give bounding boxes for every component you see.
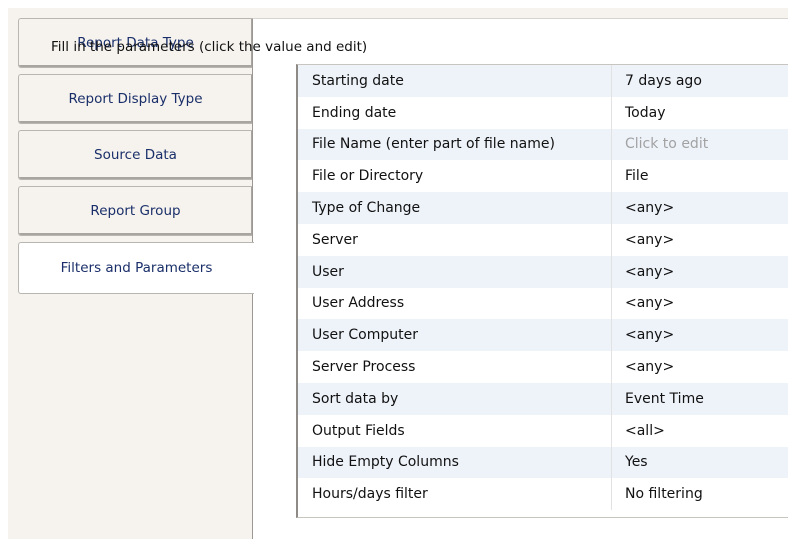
parameter-value[interactable]: <any> (612, 351, 674, 383)
tab-label: Filters and Parameters (60, 260, 213, 276)
parameter-name: Hide Empty Columns (298, 446, 612, 479)
parameter-name: File or Directory (298, 160, 612, 193)
parameter-name: Ending date (298, 96, 612, 129)
parameter-value[interactable]: Yes (612, 447, 648, 479)
parameter-name: User Computer (298, 319, 612, 352)
parameter-name: Hours/days filter (298, 478, 612, 511)
parameter-name: File Name (enter part of file name) (298, 128, 612, 161)
parameters-grid: Starting date 7 days ago Ending date Today F… (296, 64, 788, 518)
parameter-value[interactable]: <any> (612, 256, 674, 288)
parameter-row: Server <any> (298, 223, 788, 256)
parameter-row: User Address <any> (298, 287, 788, 320)
parameter-value[interactable]: <any> (612, 224, 674, 256)
parameter-name: Server (298, 223, 612, 256)
parameter-name: User (298, 255, 612, 288)
parameter-row: Hide Empty Columns Yes (298, 446, 788, 479)
parameter-row: Starting date 7 days ago (298, 65, 788, 97)
parameter-row: Type of Change <any> (298, 192, 788, 224)
parameter-value[interactable]: <any> (612, 192, 674, 224)
parameter-row: Sort data by Event Time (298, 382, 788, 415)
tab-label: Source Data (94, 147, 177, 163)
report-wizard-window: Report Data Type Report Display Type Sou… (8, 8, 788, 539)
parameter-row: File or Directory File (298, 160, 788, 193)
parameter-row: User Computer <any> (298, 319, 788, 352)
tab-label: Report Group (90, 203, 181, 219)
parameter-value[interactable]: Click to edit (612, 129, 708, 161)
parameter-row: Server Process <any> (298, 351, 788, 383)
parameter-row: Hours/days filter No filtering (298, 478, 788, 511)
parameter-row: Output Fields <all> (298, 414, 788, 447)
parameter-name: User Address (298, 287, 612, 320)
parameter-value[interactable]: Today (612, 97, 666, 129)
parameter-name: Server Process (298, 351, 612, 383)
parameter-row: Ending date Today (298, 96, 788, 129)
tab-filters-and-parameters[interactable]: Filters and Parameters (18, 242, 254, 294)
parameter-value[interactable]: <any> (612, 319, 674, 351)
tab-report-display-type[interactable]: Report Display Type (18, 74, 252, 124)
tab-label: Report Display Type (68, 91, 203, 107)
parameter-value[interactable]: No filtering (612, 478, 703, 510)
tab-source-data[interactable]: Source Data (18, 130, 252, 180)
parameter-name: Type of Change (298, 192, 612, 224)
parameter-name: Sort data by (298, 382, 612, 415)
parameter-row: File Name (enter part of file name) Click… (298, 128, 788, 161)
parameter-name: Output Fields (298, 414, 612, 447)
instruction-text: Fill in the parameters (click the value … (51, 39, 368, 55)
parameter-value[interactable]: 7 days ago (612, 65, 702, 97)
parameter-value[interactable]: File (612, 160, 648, 192)
parameter-name: Starting date (298, 65, 612, 97)
parameter-value[interactable]: <any> (612, 288, 674, 320)
parameter-row: User <any> (298, 255, 788, 288)
tab-report-group[interactable]: Report Group (18, 186, 252, 236)
parameter-value[interactable]: <all> (612, 415, 665, 447)
parameter-value[interactable]: Event Time (612, 383, 704, 415)
